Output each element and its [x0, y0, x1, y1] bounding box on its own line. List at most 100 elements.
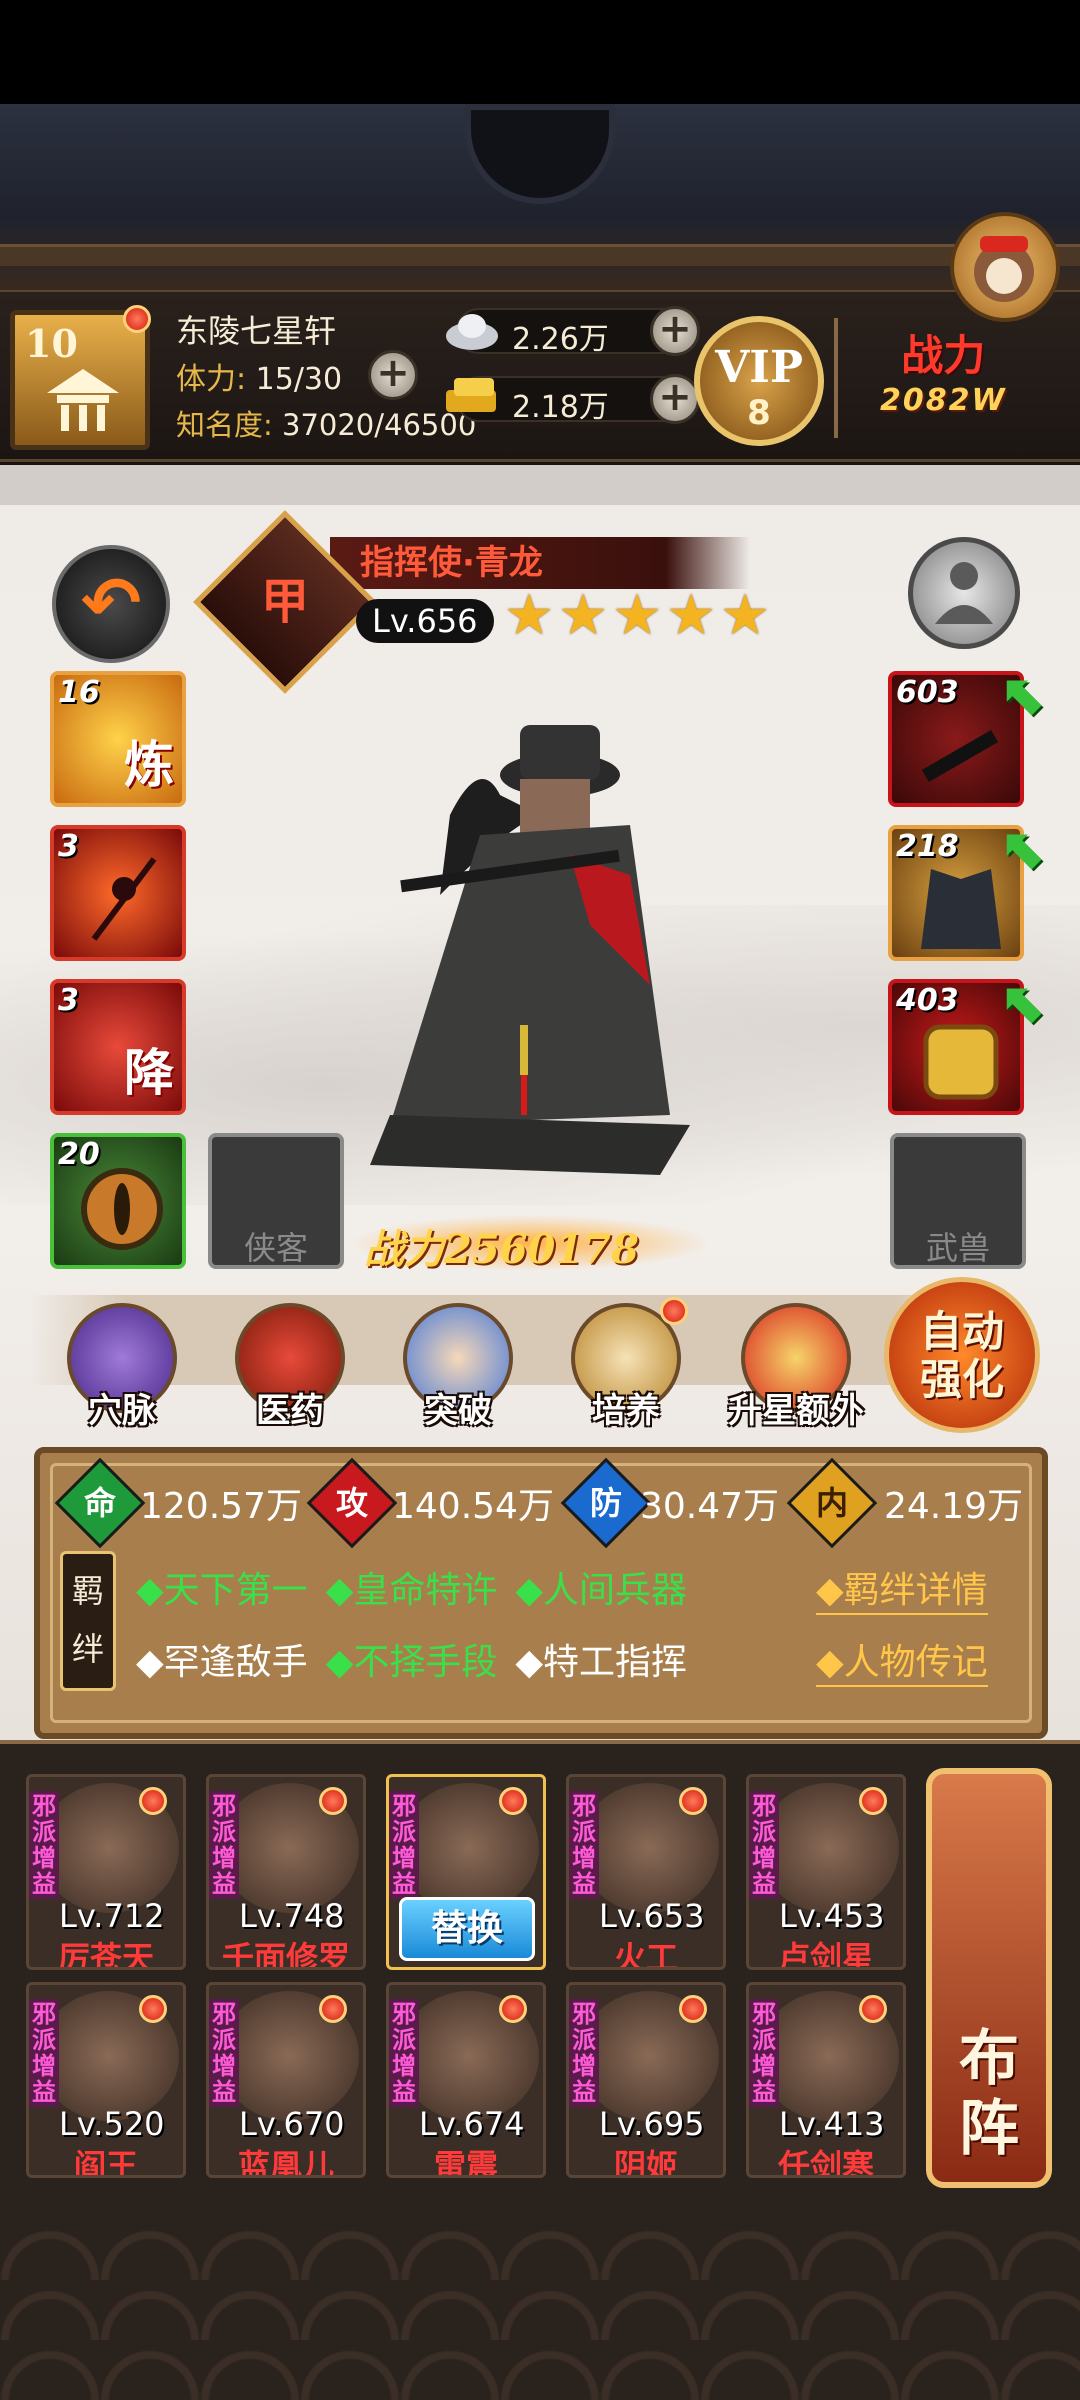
roof-ornament	[465, 104, 615, 204]
hero-level: Lv.674	[419, 2105, 525, 2143]
bond-item: ◆皇命特许	[325, 1570, 498, 1611]
roster-card[interactable]: 邪派增益 Lv.670 蓝凰儿	[206, 1982, 366, 2178]
roster-card[interactable]: 邪派增益 Lv.674 雷震	[386, 1982, 546, 2178]
roof-beam	[0, 244, 1080, 266]
skill-count: 16	[58, 675, 100, 710]
player-level: 10	[25, 321, 78, 366]
star-icon: ★	[558, 583, 609, 648]
bond-item: ◆特工指挥	[515, 1642, 688, 1683]
notification-dot	[859, 1995, 887, 2023]
footer-pattern	[0, 2220, 1080, 2400]
stamina-label: 体力:	[176, 362, 247, 397]
skill-glyph: 炼	[124, 735, 174, 794]
notification-dot	[319, 1787, 347, 1815]
bond-item: ◆天下第一	[136, 1570, 308, 1611]
star-icon: ★	[666, 583, 717, 648]
hero-stats-panel: 命 120.57万 攻 140.54万 防 30.47万 内 24.19万 羁绊…	[34, 1447, 1048, 1739]
notification-dot	[679, 1995, 707, 2023]
hero-name: 千面修罗	[221, 1939, 350, 1970]
add-silver-button[interactable]: +	[650, 306, 700, 356]
add-gold-button[interactable]: +	[650, 374, 700, 424]
vip-badge[interactable]: VIP 8	[694, 316, 824, 446]
stat-health: 120.57万	[140, 1486, 302, 1527]
faction-tag: 邪派增益	[209, 1791, 239, 1899]
mentor-button[interactable]	[908, 537, 1020, 649]
roster-card[interactable]: 邪派增益 Lv.520 阎王	[26, 1982, 186, 2178]
replace-button[interactable]: 替换	[399, 1897, 535, 1961]
star-bonus-button[interactable]: 升星额外	[728, 1303, 864, 1431]
hero-level: Lv.453	[779, 1897, 885, 1935]
bond-item: ◆罕逢敌手	[136, 1642, 308, 1683]
notification-dot	[859, 1787, 887, 1815]
gold-amount: 2.18万	[512, 390, 609, 425]
bond-tag: 羁绊	[60, 1551, 116, 1691]
skill-glyph: 降	[124, 1043, 174, 1102]
breakthrough-button[interactable]: 突破	[398, 1303, 518, 1431]
stamina-value: 15/30	[246, 362, 343, 397]
hero-name: 卢剑星	[777, 1939, 874, 1970]
notification-dot	[123, 305, 151, 333]
stat-defense: 30.47万	[640, 1486, 780, 1527]
silver-ingot-icon	[446, 314, 498, 350]
star-icon: ★	[612, 583, 663, 648]
sword-figure-icon	[91, 857, 157, 941]
formation-button[interactable]: 布阵	[926, 1768, 1052, 2188]
faction-tag: 邪派增益	[29, 1791, 59, 1899]
roster-card[interactable]: 邪派增益 Lv.653 火工	[566, 1774, 726, 1970]
medicine-button[interactable]: 医药	[230, 1303, 350, 1431]
hero-name: 蓝凰儿	[237, 2147, 334, 2178]
faction-tag: 邪派增益	[749, 1999, 779, 2107]
skill-slot-1[interactable]: 16 炼	[50, 671, 186, 807]
biography-link[interactable]: ◆人物传记	[816, 1633, 988, 1687]
status-bar	[0, 0, 1080, 104]
stat-icon: 命	[83, 1484, 116, 1522]
star-icon: ★	[504, 583, 555, 648]
roster-card[interactable]: 邪派增益 Lv.695 阴姬	[566, 1982, 726, 2178]
hero-name: 厉苍天	[57, 1939, 154, 1970]
bond-row-1: ◆天下第一 ◆皇命特许 ◆人间兵器	[136, 1561, 687, 1613]
roster-card[interactable]: 邪派增益 Lv.453 卢剑星	[746, 1774, 906, 1970]
skill-slot-2[interactable]: 3	[50, 825, 186, 961]
vip-level: 8	[747, 393, 771, 433]
roster-card[interactable]: 邪派增益 Lv.748 千面修罗	[206, 1774, 366, 1970]
fame-readout: 知名度: 37020/46500	[176, 402, 476, 444]
skill-slot-4[interactable]: 20	[50, 1133, 186, 1269]
auto-enhance-line1: 自动	[919, 1307, 1004, 1356]
roof-banner	[0, 104, 1080, 294]
total-power-label: 战力	[901, 331, 986, 380]
total-power[interactable]: 战力 2082W	[880, 322, 1007, 418]
auto-enhance-button[interactable]: 自动 强化	[884, 1277, 1040, 1433]
player-level-badge[interactable]: 10	[10, 305, 151, 450]
skill-count: 3	[58, 829, 79, 864]
faction-tag: 邪派增益	[29, 1999, 59, 2107]
gold-ingot-icon	[446, 378, 496, 412]
function-label: 培养	[592, 1391, 660, 1431]
training-button[interactable]: 培养	[566, 1297, 688, 1431]
compass-icon	[81, 1168, 163, 1250]
hero-name: 阴姬	[613, 2147, 678, 2178]
bond-details-link[interactable]: ◆羁绊详情	[816, 1561, 988, 1615]
roster-card[interactable]: 邪派增益 Lv.413 任剑寒	[746, 1982, 906, 2178]
roster-card[interactable]: 邪派增益 Lv.712 厉苍天	[26, 1774, 186, 1970]
notification-dot	[139, 1995, 167, 2023]
function-label: 医药	[256, 1391, 324, 1431]
hero-portrait[interactable]	[330, 695, 770, 1255]
guild-name: 东陵七星轩	[176, 312, 337, 350]
faction-tag: 邪派增益	[749, 1791, 779, 1899]
equip-count: 403	[896, 983, 959, 1018]
companion-slot[interactable]: 侠客	[208, 1133, 344, 1269]
beast-slot[interactable]: 武兽	[890, 1133, 1026, 1269]
function-label: 升星额外	[728, 1391, 864, 1431]
skill-count: 3	[58, 983, 79, 1018]
notification-dot	[679, 1787, 707, 1815]
meridian-button[interactable]: 穴脉	[62, 1303, 182, 1431]
equip-count: 603	[896, 675, 959, 710]
roster-card[interactable]: 邪派增益替换	[386, 1774, 546, 1970]
faction-tag: 邪派增益	[389, 1791, 419, 1899]
back-button[interactable]: ↶	[52, 545, 170, 663]
hero-name: 任剑寒	[777, 2147, 874, 2178]
add-stamina-button[interactable]: +	[368, 350, 418, 400]
bond-item: ◆不择手段	[325, 1642, 498, 1683]
skill-slot-3[interactable]: 3 降	[50, 979, 186, 1115]
mascot-avatar[interactable]	[950, 212, 1060, 322]
